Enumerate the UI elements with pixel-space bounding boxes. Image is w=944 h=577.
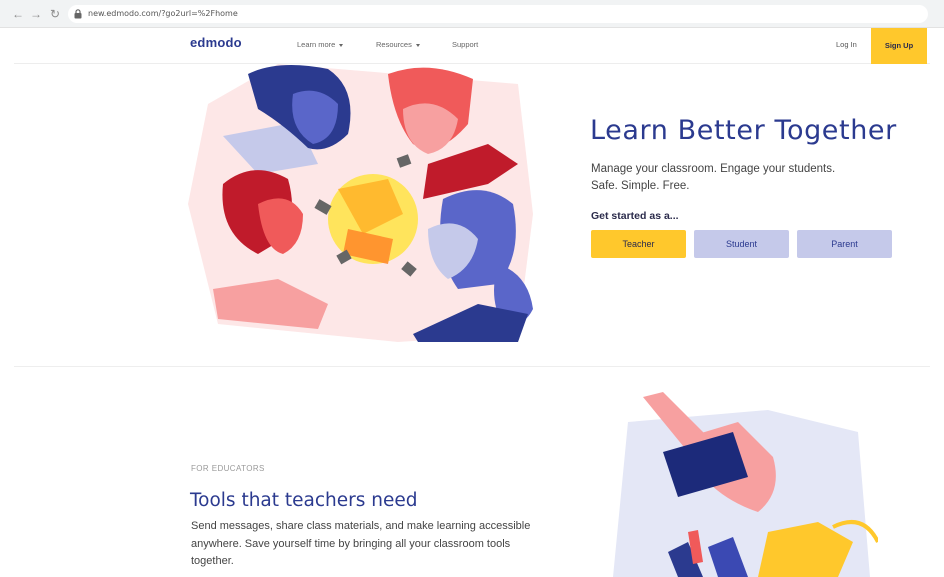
get-started-label: Get started as a... (591, 210, 679, 222)
lock-icon (74, 9, 82, 19)
teacher-button[interactable]: Teacher (591, 230, 686, 258)
browser-toolbar: ← → ↻ new.edmodo.com/?go2url=%2Fhome (0, 0, 944, 28)
section-eyebrow: FOR EDUCATORS (191, 464, 265, 473)
section-title: Tools that teachers need (190, 490, 418, 511)
menu-resources-label: Resources (376, 40, 412, 49)
caret-down-icon (339, 43, 344, 47)
hero-illustration (188, 64, 533, 342)
hero-title: Learn Better Together (590, 115, 897, 146)
edmodo-logo[interactable]: edmodo (190, 35, 242, 50)
educators-illustration (613, 392, 878, 577)
parent-button[interactable]: Parent (797, 230, 892, 258)
section-divider (14, 366, 930, 367)
hero-subtitle-line-1: Manage your classroom. Engage your stude… (591, 163, 836, 175)
menu-learn-more[interactable]: Learn more (297, 40, 344, 49)
login-link[interactable]: Log In (836, 40, 857, 49)
hero-subtitle: Manage your classroom. Engage your stude… (591, 161, 891, 195)
back-arrow-icon[interactable]: ← (10, 6, 26, 22)
hero-subtitle-line-2: Safe. Simple. Free. (591, 180, 690, 192)
site-header: edmodo Learn more Resources Support Log … (14, 28, 930, 64)
menu-support[interactable]: Support (452, 40, 478, 49)
url-text: new.edmodo.com/?go2url=%2Fhome (88, 9, 238, 18)
forward-arrow-icon[interactable]: → (28, 6, 44, 22)
section-body: Send messages, share class materials, an… (191, 520, 531, 567)
menu-learn-more-label: Learn more (297, 40, 336, 49)
menu-resources[interactable]: Resources (376, 40, 420, 49)
address-bar[interactable]: new.edmodo.com/?go2url=%2Fhome (68, 5, 928, 23)
reload-icon[interactable]: ↻ (47, 6, 63, 22)
student-button[interactable]: Student (694, 230, 789, 258)
signup-button[interactable]: Sign Up (871, 28, 927, 64)
caret-down-icon (415, 43, 420, 47)
menu-support-label: Support (452, 40, 479, 49)
